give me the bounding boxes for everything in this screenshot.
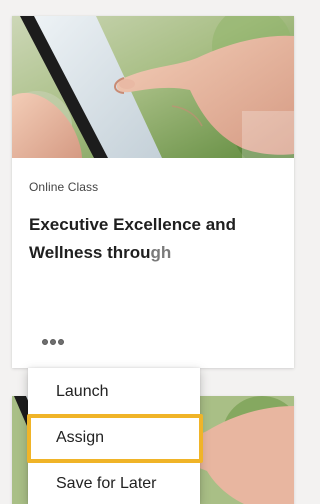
menu-item-save-for-later[interactable]: Save for Later	[28, 466, 200, 502]
course-hero-image	[12, 16, 294, 158]
more-options-button[interactable]	[42, 336, 66, 348]
more-horizontal-icon-dot	[50, 339, 56, 345]
more-horizontal-icon-dot	[42, 339, 48, 345]
course-title[interactable]: Executive Excellence and Wellness throug…	[29, 211, 291, 267]
course-type-label: Online Class	[29, 180, 99, 194]
menu-item-assign[interactable]: Assign	[28, 420, 200, 456]
course-context-menu: Launch Assign Save for Later	[28, 368, 200, 504]
course-card[interactable]: Online Class Executive Excellence and We…	[12, 16, 294, 368]
more-horizontal-icon-dot	[58, 339, 64, 345]
course-title-fade-text: gh	[150, 243, 172, 262]
menu-item-launch[interactable]: Launch	[28, 374, 200, 410]
course-title-text: Executive Excellence and Wellness throu	[29, 215, 236, 262]
